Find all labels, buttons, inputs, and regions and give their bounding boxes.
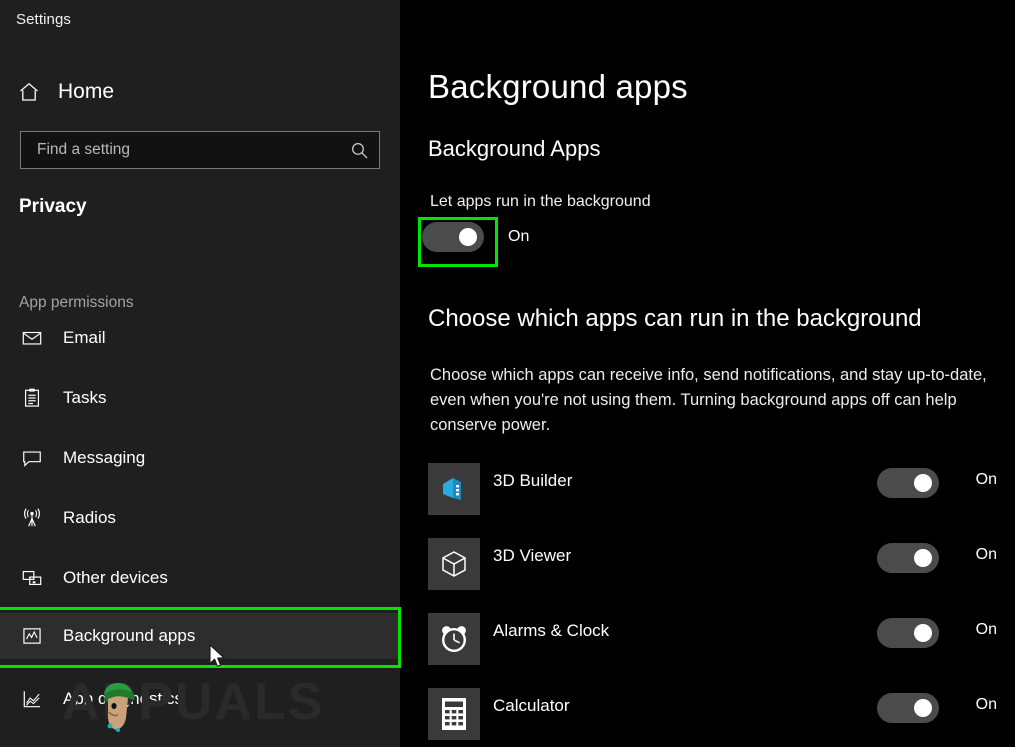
sidebar-item-tasks[interactable]: Tasks — [0, 375, 400, 421]
app-name: 3D Builder — [493, 471, 572, 491]
app-toggle-switch[interactable] — [877, 543, 939, 573]
app-name: 3D Viewer — [493, 546, 571, 566]
search-input[interactable] — [21, 141, 339, 159]
app-toggle-switch[interactable] — [877, 618, 939, 648]
section-heading: Background Apps — [428, 136, 600, 162]
toggle-knob — [914, 474, 932, 492]
toggle-knob — [914, 699, 932, 717]
master-toggle-switch[interactable] — [422, 222, 484, 252]
sidebar-item-email[interactable]: Email — [0, 315, 400, 361]
sidebar-item-home[interactable]: Home — [16, 74, 114, 110]
sidebar-item-label: Email — [63, 328, 106, 348]
3d-builder-icon — [428, 463, 480, 515]
list-item: 3D Viewer On — [400, 538, 1015, 613]
diagnostics-icon — [19, 686, 45, 712]
main-content: Background apps Background Apps Let apps… — [400, 0, 1015, 747]
toggle-knob — [914, 549, 932, 567]
home-icon — [16, 79, 42, 105]
background-apps-icon — [19, 623, 45, 649]
sidebar-item-radios[interactable]: Radios — [0, 495, 400, 541]
alarm-clock-icon — [428, 613, 480, 665]
sidebar-item-label: Background apps — [63, 626, 195, 646]
search-icon[interactable] — [339, 132, 379, 168]
list-item: Alarms & Clock On — [400, 613, 1015, 688]
calculator-icon — [428, 688, 480, 740]
sidebar-item-app-diagnostics[interactable]: App diagnostics — [0, 676, 400, 722]
page-title: Background apps — [428, 68, 688, 106]
3d-viewer-icon — [428, 538, 480, 590]
sidebar-item-messaging[interactable]: Messaging — [0, 435, 400, 481]
sidebar-section-title: Privacy — [19, 196, 87, 218]
chat-bubble-icon — [19, 445, 45, 471]
sidebar-item-label: Tasks — [63, 388, 106, 408]
toggle-knob — [459, 228, 477, 246]
app-toggle-switch[interactable] — [877, 468, 939, 498]
master-toggle-caption: Let apps run in the background — [430, 193, 651, 211]
list-item: 3D Builder On — [400, 463, 1015, 538]
app-toggle-state: On — [976, 471, 997, 489]
choose-apps-heading: Choose which apps can run in the backgro… — [428, 305, 922, 333]
app-toggle-state: On — [976, 546, 997, 564]
search-box[interactable] — [20, 131, 380, 169]
app-toggle-state: On — [976, 696, 997, 714]
master-toggle-state: On — [508, 228, 529, 246]
sidebar-group-label: App permissions — [19, 294, 134, 312]
choose-apps-description: Choose which apps can receive info, send… — [430, 363, 1002, 438]
settings-window: Settings Home Privacy App permissions — [0, 0, 1015, 747]
app-title: Settings — [16, 11, 71, 28]
clipboard-icon — [19, 385, 45, 411]
app-name: Calculator — [493, 696, 570, 716]
app-list: 3D Builder On 3D Viewer — [400, 463, 1015, 747]
app-toggle-switch[interactable] — [877, 693, 939, 723]
sidebar-item-other-devices[interactable]: Other devices — [0, 555, 400, 601]
master-toggle-row: On — [422, 222, 529, 252]
mail-icon — [19, 325, 45, 351]
sidebar-item-label: Radios — [63, 508, 116, 528]
radio-tower-icon — [19, 505, 45, 531]
app-toggle-state: On — [976, 621, 997, 639]
devices-icon — [19, 565, 45, 591]
sidebar-item-home-label: Home — [58, 80, 114, 104]
sidebar: Settings Home Privacy App permissions — [0, 0, 400, 747]
list-item: Calculator On — [400, 688, 1015, 747]
sidebar-item-background-apps[interactable]: Background apps — [0, 613, 400, 659]
sidebar-item-label: Messaging — [63, 448, 145, 468]
toggle-knob — [914, 624, 932, 642]
sidebar-item-label: App diagnostics — [63, 689, 183, 709]
app-name: Alarms & Clock — [493, 621, 609, 641]
sidebar-item-label: Other devices — [63, 568, 168, 588]
